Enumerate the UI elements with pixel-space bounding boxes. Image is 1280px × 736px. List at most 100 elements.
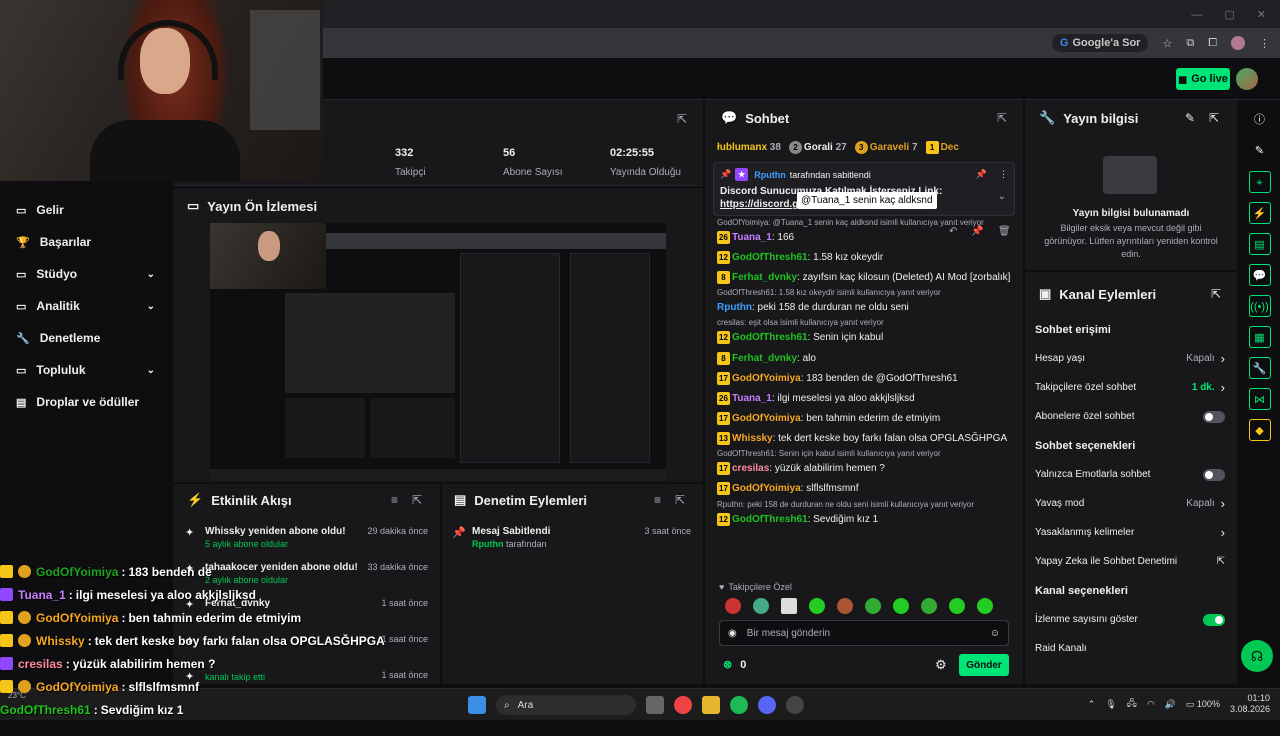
chat-settings-icon[interactable]: ⚙ (935, 657, 947, 673)
channel-popout-icon[interactable]: ⇱ (1211, 287, 1221, 301)
bolt-icon[interactable]: ⚡ (1248, 202, 1271, 224)
obs-icon[interactable] (786, 696, 804, 714)
popout-icon[interactable]: ⇱ (677, 112, 687, 126)
discord-icon[interactable] (758, 696, 776, 714)
channel-setting-row[interactable]: İzlenme sayısını göster (1025, 605, 1237, 634)
emote-icon[interactable] (949, 598, 965, 614)
modact-filter-icon[interactable]: ≡ (654, 493, 661, 507)
info-icon[interactable]: ⓘ (1249, 109, 1271, 131)
user-avatar[interactable] (1236, 68, 1258, 90)
chat-message[interactable]: 8 Ferhat_dvnky: alo (705, 349, 1023, 369)
channel-setting-row[interactable]: Yavaş mod Kapalı › (1025, 489, 1237, 518)
taskbar-search[interactable]: ⌕ Ara (496, 695, 636, 715)
chat-username[interactable]: GodOfThresh61 (732, 252, 808, 263)
minimize-icon[interactable]: — (1191, 9, 1202, 21)
chat-username[interactable]: Tuana_1 (732, 393, 772, 404)
info-popout-icon[interactable]: ⇱ (1209, 111, 1219, 125)
pencil-icon[interactable]: ✎ (1249, 140, 1271, 162)
chat-message[interactable]: 8 Ferhat_dvnky: zayıfsın kaç kilosun (Del… (705, 268, 1023, 288)
chrome-icon[interactable] (674, 696, 692, 714)
chat-message[interactable]: 17 GodOfYoimiya: slflslfmsmnf (705, 479, 1023, 499)
chat-username[interactable]: GodOfThresh61 (732, 333, 808, 344)
bookmark-star-icon[interactable]: ☆ (1162, 37, 1172, 50)
chat-message[interactable]: GodOfYoimiya: @Tuana_1 senin kaç aldksnd… (705, 218, 1023, 248)
sidebar-item-1[interactable]: 🏆 Başarılar (0, 226, 173, 258)
chat-input[interactable]: ◉ Bir mesaj gönderin ☺ (719, 620, 1009, 646)
chat-username[interactable]: cresilas (732, 463, 769, 474)
chat-username[interactable]: GodOfThresh61 (732, 514, 808, 525)
activity-popout-icon[interactable]: ⇱ (412, 493, 422, 507)
channel-setting-row[interactable]: Hesap yaşı Kapalı › (1025, 344, 1237, 373)
channel-points[interactable]: ⊗ 0 (723, 658, 746, 672)
extensions-icon[interactable]: ⧠ (1208, 37, 1217, 50)
layout-icon[interactable]: ▦ (1248, 326, 1271, 348)
stream-preview-video[interactable] (210, 223, 666, 481)
maximize-icon[interactable]: ▢ (1224, 8, 1234, 21)
channel-setting-row[interactable]: Yapay Zeka ile Sohbet Denetimi ⇱ (1025, 547, 1237, 576)
chat-username[interactable]: Whissky (732, 433, 773, 444)
chat-message[interactable]: 13 Whissky: tek dert keske boy farkı fala… (705, 429, 1023, 449)
emote-icon[interactable] (781, 598, 797, 614)
chat-message[interactable]: GodOfThresh61: Senin için kabul isimli k… (705, 449, 1023, 479)
toggle-switch[interactable] (1203, 613, 1225, 626)
file-explorer-icon[interactable] (702, 696, 720, 714)
network-icon[interactable]: 🖧 (1127, 696, 1137, 712)
filter-icon[interactable]: ≡ (391, 493, 398, 507)
emote-icon[interactable] (865, 598, 881, 614)
chat-message[interactable]: 17 GodOfYoimiya: 183 benden de @GodOfThre… (705, 369, 1023, 389)
emote-icon[interactable] (809, 598, 825, 614)
clock[interactable]: 01:10 3.08.2026 (1230, 693, 1270, 715)
tag-icon[interactable]: ◆ (1248, 419, 1271, 441)
chat-leaderboard[interactable]: łublumanx 38 2 Gorali 27 3 Garaveli 7 1 Dec (717, 140, 1017, 154)
go-live-button[interactable]: ◼ Go live (1176, 68, 1230, 90)
emote-icon[interactable] (753, 598, 769, 614)
emote-icon[interactable] (837, 598, 853, 614)
chat-username[interactable]: GodOfYoimiya (732, 413, 801, 424)
volume-icon[interactable]: 🔊 (1165, 699, 1176, 710)
channel-setting-row[interactable]: Takipçilere özel sohbet 1 dk. › (1025, 373, 1237, 402)
sidebar-item-0[interactable]: ▭ Gelir (0, 194, 173, 226)
chat-message[interactable]: 26 Tuana_1: ilgi meselesi ya aloo akkjlsl… (705, 389, 1023, 409)
channel-setting-row[interactable]: Yasaklanmış kelimeler › (1025, 518, 1237, 547)
sidebar-item-2[interactable]: ▭ Stüdyo ⌄ (0, 258, 173, 290)
chat-message[interactable]: Rputhn: peki 158 de durduran ne oldu sen… (705, 500, 1023, 530)
emote-picker-icon[interactable]: ☺ (990, 628, 1000, 639)
mic-icon[interactable]: 🎙 (1105, 699, 1116, 710)
modact-popout-icon[interactable]: ⇱ (675, 493, 685, 507)
sidebar-item-3[interactable]: ▭ Analitik ⌄ (0, 290, 173, 322)
sidebar-item-5[interactable]: ▭ Topluluk ⌄ (0, 354, 173, 386)
doc-icon[interactable]: ▤ (1248, 233, 1271, 255)
emote-icon[interactable] (921, 598, 937, 614)
chat-username[interactable]: Tuana_1 (732, 232, 772, 243)
channel-setting-row[interactable]: Yalnızca Emotlarla sohbet (1025, 460, 1237, 489)
google-sor-button[interactable]: G Google'a Sor (1051, 34, 1149, 52)
chat-username[interactable]: Ferhat_dvnky (732, 272, 797, 283)
spotify-icon[interactable] (730, 696, 748, 714)
chat-icon[interactable]: 💬 (1248, 264, 1271, 286)
chevron-down-icon[interactable]: ⌄ (147, 269, 155, 280)
chat-message[interactable]: 17 GodOfYoimiya: ben tahmin ederim de etm… (705, 409, 1023, 429)
chat-message[interactable]: GodOfThresh61: 1.58 kız okeydir isimli k… (705, 288, 1023, 318)
activity-item[interactable]: ✦ Whissky yeniden abone oldu! 5 aylık abon… (173, 520, 440, 556)
chevron-down-icon[interactable]: ⌄ (998, 191, 1006, 202)
translate-icon[interactable]: ⧉ (1186, 37, 1194, 50)
unpin-icon[interactable]: 📌 (976, 169, 987, 180)
channel-setting-row[interactable]: Raid Kanalı (1025, 634, 1237, 663)
chat-message[interactable]: 12 GodOfThresh61: 1.58 kız okeydir (705, 248, 1023, 268)
toggle-switch[interactable] (1203, 410, 1225, 423)
emote-icon[interactable] (893, 598, 909, 614)
toggle-switch[interactable] (1203, 468, 1225, 481)
wrench-rail-icon[interactable]: 🔧 (1248, 357, 1271, 379)
sidebar-item-6[interactable]: ▤ Droplar ve ödüller (0, 386, 173, 418)
chat-identity-icon[interactable]: ◉ (728, 628, 737, 639)
chevron-down-icon[interactable]: ⌄ (147, 301, 155, 312)
send-button[interactable]: Gönder (959, 654, 1009, 676)
browser-menu-icon[interactable]: ⋮ (1259, 37, 1270, 50)
tray-arrow-icon[interactable]: ⌃ (1088, 699, 1096, 710)
close-icon[interactable]: ✕ (1257, 8, 1266, 21)
chevron-down-icon[interactable]: ⌄ (147, 365, 155, 376)
emote-icon[interactable] (977, 598, 993, 614)
chat-username[interactable]: GodOfYoimiya (732, 484, 801, 495)
emote-icon[interactable] (725, 598, 741, 614)
sidebar-item-4[interactable]: 🔧 Denetleme (0, 322, 173, 354)
